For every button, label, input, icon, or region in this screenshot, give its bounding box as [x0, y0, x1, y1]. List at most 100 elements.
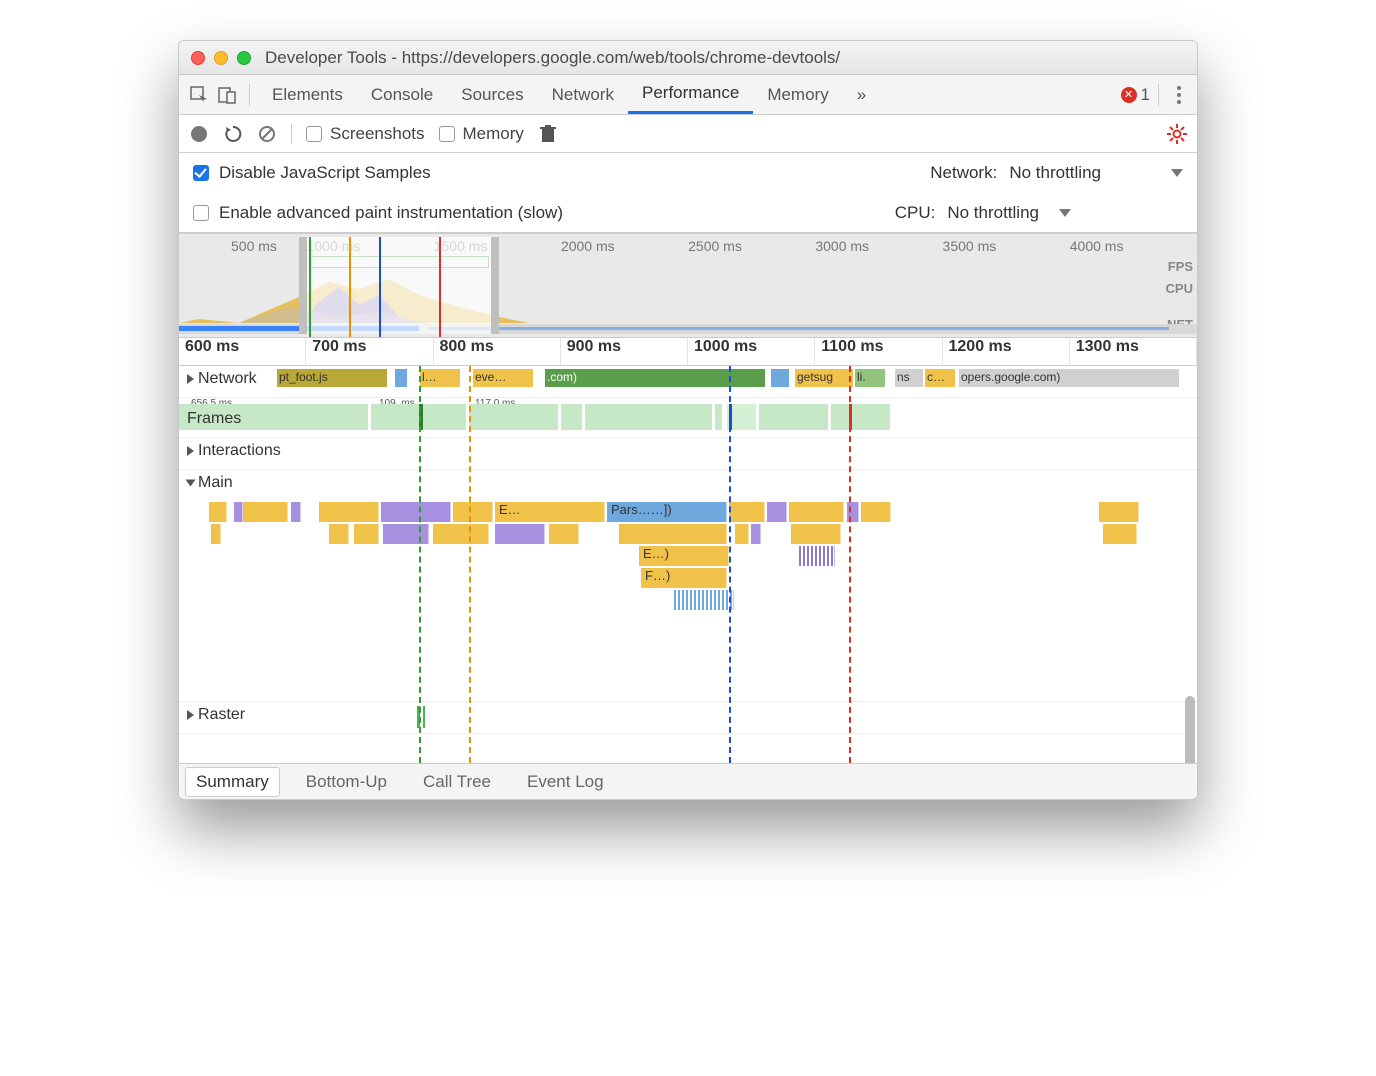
divider [249, 84, 250, 106]
fps-label: FPS [1166, 256, 1193, 278]
memory-label: Memory [463, 124, 524, 144]
network-request-bar[interactable]: getsug [795, 369, 853, 387]
memory-checkbox[interactable]: Memory [439, 124, 524, 144]
expand-icon [187, 446, 194, 456]
network-request-bar[interactable]: ns [895, 369, 923, 387]
interactions-track[interactable]: Interactions [179, 438, 1197, 470]
clear-button[interactable] [257, 124, 277, 144]
more-tabs-button[interactable]: » [843, 75, 880, 114]
divider [291, 124, 292, 144]
overview-panel[interactable]: 500 ms 1000 ms 1500 ms 2000 ms 2500 ms 3… [179, 233, 1197, 338]
cpu-throttle-value: No throttling [947, 203, 1039, 223]
bottom-tab-call-tree[interactable]: Call Tree [413, 768, 501, 796]
raster-track-label[interactable]: Raster [179, 702, 253, 728]
network-request-bar[interactable]: pt_foot.js [277, 369, 387, 387]
divider [1158, 84, 1159, 106]
tick: 900 ms [561, 338, 688, 365]
marker-blue [729, 366, 731, 763]
detail-ruler: 600 ms 700 ms 800 ms 900 ms 1000 ms 1100… [179, 338, 1197, 366]
vertical-scrollbar[interactable] [1185, 696, 1195, 763]
marker-orange [469, 366, 471, 763]
network-request-bar[interactable]: c… [925, 369, 955, 387]
network-throttle-dropdown[interactable]: No throttling [1009, 163, 1183, 183]
kebab-menu-icon[interactable] [1167, 86, 1191, 104]
frames-track-label[interactable]: Frames [179, 406, 249, 432]
cpu-throttle-dropdown[interactable]: No throttling [947, 203, 1071, 223]
main-flame-chart[interactable]: E… Pars……]) E…) F…) [179, 502, 1197, 702]
paint-instr-label: Enable advanced paint instrumentation (s… [219, 203, 563, 223]
network-track-label[interactable]: Network [179, 366, 265, 392]
interactions-track-label[interactable]: Interactions [179, 438, 289, 464]
tab-memory[interactable]: Memory [753, 75, 842, 114]
frames-track[interactable]: 656.5 ms Frames 109. ms 117.0 ms [179, 398, 1197, 438]
raster-track[interactable]: Raster [179, 702, 1197, 734]
network-request-bar[interactable]: opers.google.com) [959, 369, 1179, 387]
inspect-element-icon[interactable] [185, 81, 213, 109]
checkbox-icon [306, 126, 322, 142]
network-request-bar[interactable]: eve… [473, 369, 533, 387]
tick: 1200 ms [943, 338, 1070, 365]
tick: 600 ms [179, 338, 306, 365]
bottom-tab-bottom-up[interactable]: Bottom-Up [296, 768, 397, 796]
disable-js-label: Disable JavaScript Samples [219, 163, 431, 183]
traffic-lights [191, 51, 251, 65]
close-window-icon[interactable] [191, 51, 205, 65]
settings-gear-icon[interactable] [1167, 124, 1187, 144]
flame-block[interactable]: E… [495, 502, 605, 522]
marker-green [309, 237, 311, 337]
network-request-bar[interactable] [771, 369, 789, 387]
error-count: 1 [1141, 85, 1150, 105]
bottom-tabs: Summary Bottom-Up Call Tree Event Log [179, 763, 1197, 799]
tab-network[interactable]: Network [538, 75, 628, 114]
tick: 3500 ms [943, 238, 1070, 254]
tab-elements[interactable]: Elements [258, 75, 357, 114]
network-request-bar[interactable]: l… [420, 369, 460, 387]
track-name: Frames [187, 410, 241, 428]
tick: 1300 ms [1070, 338, 1197, 365]
marker-red [439, 237, 441, 337]
network-request-bar[interactable]: li. [855, 369, 885, 387]
tab-console[interactable]: Console [357, 75, 447, 114]
checkbox-icon [439, 126, 455, 142]
flame-block[interactable]: F…) [641, 568, 727, 588]
error-icon: ✕ [1121, 87, 1137, 103]
tab-sources[interactable]: Sources [447, 75, 537, 114]
scrollbar-thumb[interactable] [1185, 696, 1195, 763]
main-track-label[interactable]: Main [179, 470, 241, 496]
device-toolbar-icon[interactable] [213, 81, 241, 109]
screenshots-checkbox[interactable]: Screenshots [306, 124, 425, 144]
network-request-bar[interactable] [395, 369, 407, 387]
disable-js-samples-checkbox[interactable]: Disable JavaScript Samples [193, 163, 431, 183]
tick: 1100 ms [815, 338, 942, 365]
panel-tabbar: Elements Console Sources Network Perform… [179, 75, 1197, 115]
bottom-tab-summary[interactable]: Summary [185, 767, 280, 797]
record-button[interactable] [189, 124, 209, 144]
tab-performance[interactable]: Performance [628, 75, 753, 114]
network-track[interactable]: Network pt_foot.js l… eve… .com) getsugli. ns… [179, 366, 1197, 398]
marker-red [849, 366, 851, 763]
settings-row-2: Enable advanced paint instrumentation (s… [179, 193, 1197, 233]
cpu-label: CPU [1166, 278, 1193, 300]
minimize-window-icon[interactable] [214, 51, 228, 65]
reload-button[interactable] [223, 124, 243, 144]
checkbox-icon [193, 165, 209, 181]
main-track-header[interactable]: Main [179, 470, 1197, 502]
flame-chart-area[interactable]: Network pt_foot.js l… eve… .com) getsugli. ns… [179, 366, 1197, 763]
flame-block[interactable]: E…) [639, 546, 729, 566]
window-titlebar: Developer Tools - https://developers.goo… [179, 41, 1197, 75]
screenshots-label: Screenshots [330, 124, 425, 144]
maximize-window-icon[interactable] [237, 51, 251, 65]
marker-green [419, 366, 421, 763]
paint-instrumentation-checkbox[interactable]: Enable advanced paint instrumentation (s… [193, 203, 563, 223]
window-title: Developer Tools - https://developers.goo… [265, 48, 840, 68]
bottom-tab-event-log[interactable]: Event Log [517, 768, 614, 796]
trash-button[interactable] [538, 124, 558, 144]
overview-selection[interactable] [299, 237, 499, 334]
network-request-bar[interactable]: .com) [545, 369, 765, 387]
chevron-down-icon [1171, 169, 1183, 177]
track-name: Raster [198, 706, 245, 724]
error-badge[interactable]: ✕ 1 [1121, 85, 1150, 105]
marker-blue [379, 237, 381, 337]
flame-block[interactable]: Pars……]) [607, 502, 727, 522]
network-throttle-label: Network: [930, 163, 997, 183]
